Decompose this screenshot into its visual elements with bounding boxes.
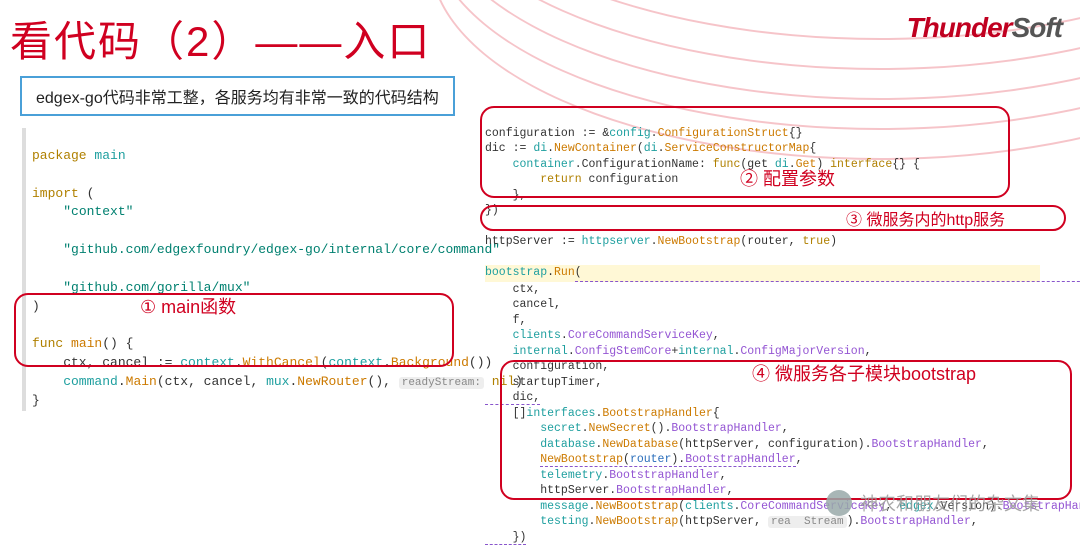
annotation-2: ② 配置参数 — [740, 165, 835, 191]
slide-title: 看代码（2）——入口 — [10, 8, 431, 69]
logo-sub: Soft — [1012, 12, 1062, 43]
watermark-text: 神农和朋友们的杂文集 — [860, 490, 1040, 516]
left-code-block: package main import ( "context" "github.… — [22, 128, 482, 411]
wechat-icon — [826, 490, 852, 516]
subtitle-box: edgex-go代码非常工整，各服务均有非常一致的代码结构 — [20, 76, 455, 116]
brand-logo: ThunderSoft — [907, 12, 1062, 44]
annotation-1: ① main函数 — [140, 293, 236, 319]
annotation-4: ④ 微服务各子模块bootstrap — [752, 360, 976, 386]
annotation-3: ③ 微服务内的http服务 — [846, 206, 1005, 230]
logo-main: Thunder — [907, 12, 1012, 43]
watermark: 神农和朋友们的杂文集 — [826, 490, 1040, 516]
